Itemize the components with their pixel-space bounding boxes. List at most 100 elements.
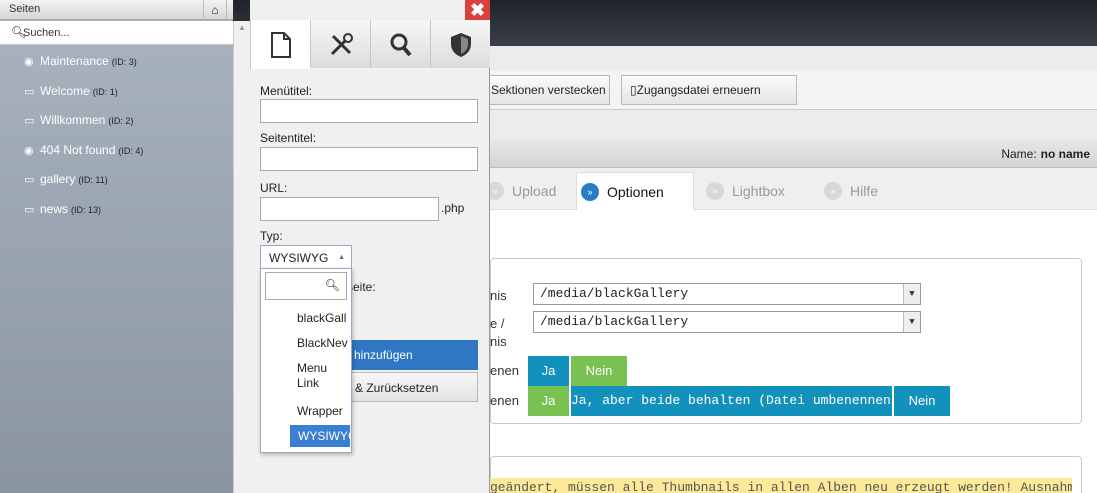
- page-icon: [270, 32, 291, 58]
- document-icon: ▯: [630, 83, 637, 97]
- name-value: no name: [1040, 147, 1090, 161]
- page-name: gallery: [40, 172, 76, 186]
- chevron-right-icon: »: [824, 182, 842, 200]
- tools-tab[interactable]: [310, 20, 370, 68]
- toggle-ja-button[interactable]: Ja: [528, 356, 569, 386]
- thumbnail-directory-select[interactable]: /media/blackGallery ▼: [533, 311, 921, 333]
- page-name: Maintenance: [40, 54, 109, 68]
- page-name: Welcome: [40, 84, 90, 98]
- page-id: (ID: 11): [78, 175, 108, 185]
- sidebar-scrollbar[interactable]: ▲: [233, 21, 250, 493]
- page-id: (ID: 3): [111, 57, 137, 67]
- type-label: Typ:: [260, 229, 283, 243]
- tab-bar: » Upload » Optionen » Lightbox » Hilfe: [486, 168, 1097, 210]
- page-id: (ID: 4): [118, 146, 144, 156]
- toggle-nein-button[interactable]: Nein: [894, 386, 950, 416]
- chevron-right-icon: »: [581, 183, 599, 201]
- field-label: nis: [490, 334, 507, 349]
- page-id: (ID: 1): [92, 87, 118, 97]
- tab-label: Upload: [512, 183, 557, 199]
- field-label: enen: [490, 363, 519, 378]
- renew-access-file-button[interactable]: ▯Zugangsdatei erneuern: [621, 75, 797, 105]
- shield-icon: [450, 33, 471, 57]
- monitor-icon: ▭: [24, 86, 35, 98]
- name-bar: Name: no name: [490, 140, 1097, 168]
- dropdown-option-selected[interactable]: WYSIWYG: [290, 425, 350, 447]
- page-id: (ID: 13): [71, 205, 102, 215]
- toggle-nein-button[interactable]: Nein: [571, 356, 627, 386]
- menu-title-label: Menütitel:: [260, 84, 313, 98]
- tab-label: Hilfe: [850, 183, 879, 199]
- page-name: news: [40, 202, 69, 216]
- renew-access-label: Zugangsdatei erneuern: [636, 83, 761, 97]
- add-page-button[interactable]: e hinzufügen: [344, 340, 478, 370]
- dropdown-search-input[interactable]: 🔍︎: [265, 272, 347, 300]
- sidebar-page-item[interactable]: ▭ news (ID: 13): [24, 202, 101, 220]
- sidebar-search-input[interactable]: Suchen...: [23, 27, 69, 39]
- page-title-label: Seitentitel:: [260, 131, 317, 145]
- sidebar-page-item[interactable]: ◉ 404 Not found (ID: 4): [24, 143, 143, 161]
- home-icon[interactable]: ⌂: [203, 0, 226, 20]
- sidebar-page-item[interactable]: ▭ gallery (ID: 11): [24, 172, 108, 190]
- dropdown-option[interactable]: BlackNev: [297, 336, 351, 351]
- sidebar-search[interactable]: 🔍︎ Suchen...: [0, 21, 233, 45]
- page-name: 404 Not found: [40, 143, 116, 157]
- chevron-down-icon[interactable]: ▼: [903, 284, 920, 304]
- page-title-input[interactable]: [260, 147, 478, 171]
- url-suffix: .php: [441, 201, 465, 215]
- page-name: Willkommen: [40, 113, 106, 127]
- sidebar-page-item[interactable]: ◉ Maintenance (ID: 3): [24, 54, 137, 72]
- url-label: URL:: [260, 181, 288, 195]
- add-page-icon[interactable]: +: [226, 0, 250, 20]
- tab-label: Lightbox: [732, 183, 785, 199]
- menu-title-input[interactable]: [260, 99, 478, 123]
- tab-lightbox[interactable]: » Lightbox: [702, 172, 812, 210]
- eye-icon: ◉: [24, 56, 34, 68]
- close-icon[interactable]: ✖: [465, 0, 490, 20]
- sidebar-header: Seiten ⌂: [0, 0, 233, 20]
- page-tab[interactable]: [250, 20, 310, 69]
- url-input[interactable]: [260, 197, 439, 221]
- search-icon: [390, 33, 412, 57]
- chevron-up-icon[interactable]: ▲: [338, 246, 345, 270]
- eye-icon: ◉: [24, 145, 34, 157]
- type-select-value: WYSIWYG: [269, 251, 329, 265]
- sidebar-page-item[interactable]: ▭ Welcome (ID: 1): [24, 84, 118, 102]
- tab-upload[interactable]: » Upload: [482, 172, 572, 210]
- sidebar-page-item[interactable]: ▭ Willkommen (ID: 2): [24, 113, 133, 131]
- panel-tab-bar: [250, 20, 490, 69]
- tools-icon: [330, 33, 353, 56]
- page-id: (ID: 2): [108, 116, 134, 126]
- reset-label: o & Zurücksetzen: [345, 381, 439, 395]
- reset-button[interactable]: o & Zurücksetzen: [344, 372, 478, 402]
- chevron-down-icon[interactable]: ▼: [903, 312, 920, 332]
- sidebar-title: Seiten: [9, 3, 41, 15]
- toggle-keep-both-button[interactable]: Ja, aber beide behalten (Datei umbenenne…: [571, 386, 899, 416]
- dropdown-option[interactable]: blackGall: [297, 311, 351, 326]
- dropdown-option[interactable]: Wrapper: [297, 404, 351, 419]
- hide-sections-button[interactable]: Sektionen verstecken: [482, 75, 610, 105]
- type-select[interactable]: WYSIWYG ▲: [260, 245, 352, 269]
- search-tab[interactable]: [370, 20, 430, 68]
- notice-text: geändert, müssen alle Thumbnails in alle…: [490, 478, 1072, 493]
- monitor-icon: ▭: [24, 115, 35, 127]
- main-toolbar: Sektionen verstecken ▯Zugangsdatei erneu…: [482, 70, 1097, 110]
- directory-select[interactable]: /media/blackGallery ▼: [533, 283, 921, 305]
- add-page-label: e hinzufügen: [344, 348, 413, 362]
- toggle-ja-button[interactable]: Ja: [528, 386, 569, 416]
- directory-select-value: /media/blackGallery: [540, 286, 689, 301]
- field-label: enen: [490, 393, 519, 408]
- tab-optionen[interactable]: » Optionen: [576, 172, 694, 210]
- tab-hilfe[interactable]: » Hilfe: [820, 172, 900, 210]
- security-tab[interactable]: [430, 20, 490, 68]
- chevron-right-icon: »: [706, 182, 724, 200]
- monitor-icon: ▭: [24, 204, 35, 216]
- dropdown-option[interactable]: Menu Link: [297, 361, 337, 391]
- hide-sections-label: Sektionen verstecken: [491, 83, 606, 97]
- name-label: Name: no name: [1001, 147, 1090, 161]
- search-icon: 🔍︎: [324, 278, 340, 292]
- tab-label: Optionen: [607, 184, 664, 200]
- scroll-up-icon[interactable]: ▲: [238, 23, 246, 32]
- monitor-icon: ▭: [24, 174, 35, 186]
- field-label: e /: [490, 316, 505, 331]
